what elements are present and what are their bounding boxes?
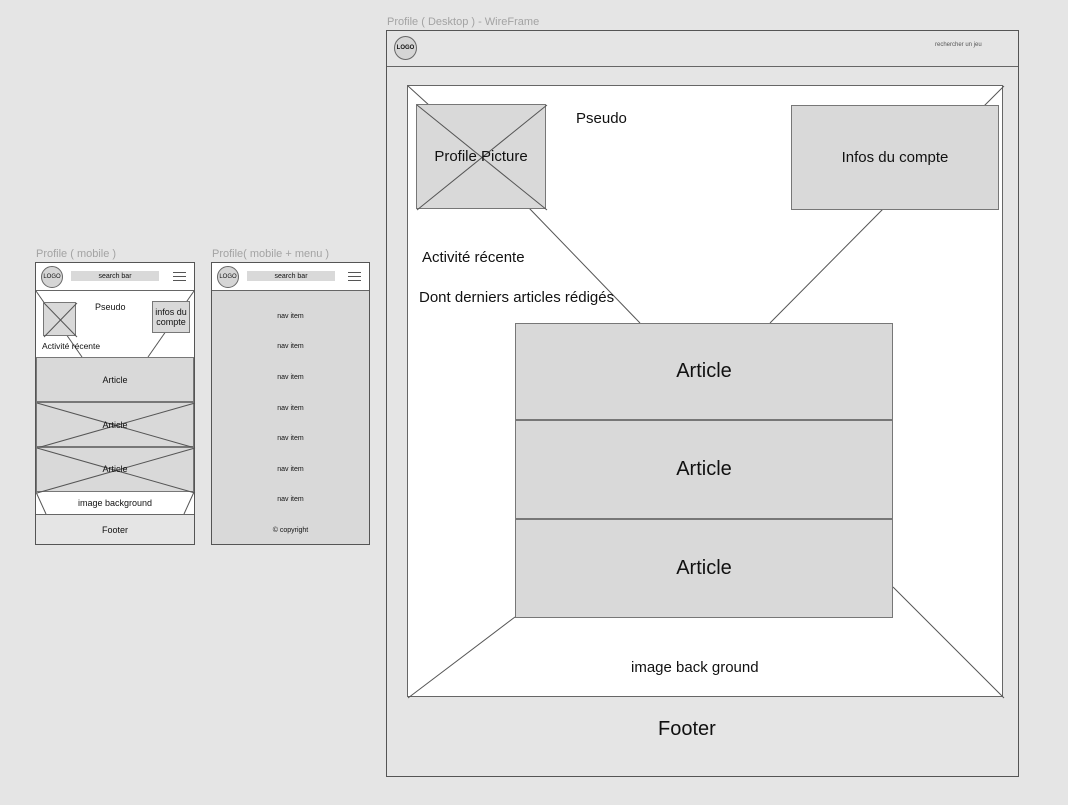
desktop-search-input[interactable]: rechercher un jeu	[935, 42, 982, 48]
mobile-image-background-label: image background	[77, 498, 153, 508]
hamburger-menu-icon[interactable]	[348, 272, 361, 284]
desktop-logo[interactable]: LOGO	[394, 36, 417, 60]
nav-item[interactable]: nav item	[212, 343, 369, 350]
desktop-article[interactable]: Article	[515, 420, 893, 519]
mobile-article[interactable]: Article	[36, 447, 196, 494]
menu-frame: LOGO search bar nav item nav item nav it…	[211, 262, 370, 545]
copyright: © copyright	[272, 527, 309, 534]
nav-item[interactable]: nav item	[212, 374, 369, 381]
nav-item[interactable]: nav item	[212, 313, 369, 320]
menu-frame-title: Profile( mobile + menu )	[212, 248, 330, 260]
desktop-footer: Footer	[658, 718, 716, 740]
mobile-frame-title: Profile ( mobile )	[36, 248, 117, 260]
desktop-frame-title: Profile ( Desktop ) - WireFrame	[387, 16, 540, 28]
mobile-article-label: Article	[102, 419, 128, 430]
mobile-footer: Footer	[36, 515, 194, 544]
mobile-image-background: image background	[35, 491, 195, 515]
mobile-logo[interactable]: LOGO	[41, 266, 63, 288]
mobile-header: LOGO search bar	[36, 263, 194, 291]
mobile-article[interactable]: Article	[36, 357, 194, 402]
desktop-header: LOGO rechercher un jeu	[387, 31, 1018, 67]
desktop-pseudo: Pseudo	[576, 110, 627, 127]
mobile-article-label: Article	[102, 464, 128, 474]
menu-search-bar[interactable]: search bar	[247, 271, 335, 281]
mobile-article-label: Article	[102, 374, 128, 385]
desktop-recent-activity: Activité récente	[422, 249, 525, 266]
menu-header: LOGO search bar	[212, 263, 369, 291]
nav-item[interactable]: nav item	[212, 496, 369, 503]
desktop-frame: LOGO rechercher un jeu Profile Picture P…	[386, 30, 1019, 777]
mobile-profile-area: Pseudo infos du compte Activité récente	[35, 290, 195, 358]
nav-item[interactable]: nav item	[212, 466, 369, 473]
desktop-image-background: image back ground	[631, 659, 759, 676]
mobile-account-info: infos du compte	[152, 301, 190, 333]
mobile-profile-picture	[43, 302, 78, 338]
desktop-article[interactable]: Article	[515, 519, 893, 618]
desktop-profile-picture-label: Profile Picture	[434, 148, 528, 165]
mobile-recent-activity: Activité récente	[42, 341, 101, 351]
desktop-article[interactable]: Article	[515, 323, 893, 420]
desktop-recent-articles: Dont derniers articles rédigés	[419, 289, 615, 306]
mobile-search-bar[interactable]: search bar	[71, 271, 159, 281]
mobile-article[interactable]: Article	[36, 402, 196, 449]
menu-logo[interactable]: LOGO	[217, 266, 239, 288]
desktop-account-info: Infos du compte	[791, 105, 999, 210]
hamburger-menu-icon[interactable]	[173, 272, 186, 284]
mobile-frame: LOGO search bar Pseudo infos du compte A…	[35, 262, 196, 545]
nav-item[interactable]: nav item	[212, 405, 369, 412]
nav-item[interactable]: nav item	[212, 435, 369, 442]
desktop-main: Profile Picture Pseudo Infos du compte A…	[407, 85, 1005, 699]
mobile-pseudo: Pseudo	[95, 302, 126, 312]
desktop-profile-picture: Profile Picture	[416, 104, 548, 211]
